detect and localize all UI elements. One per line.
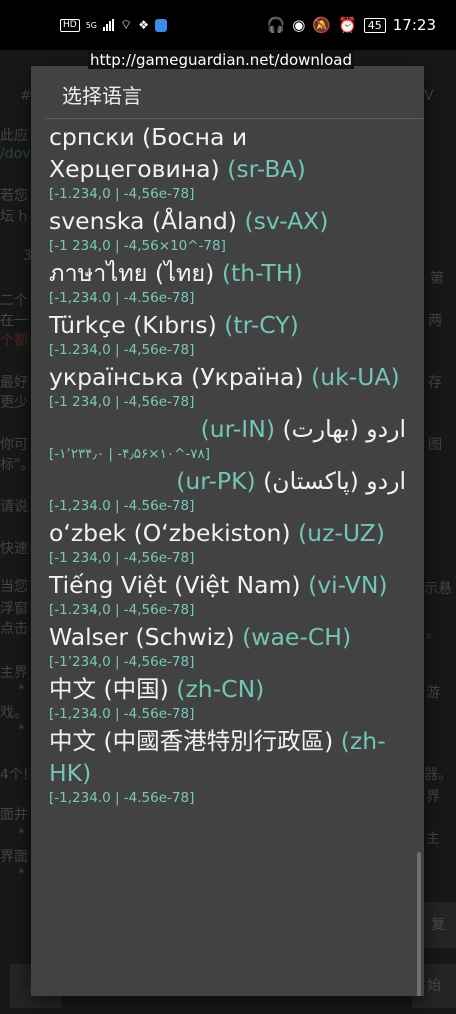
number-format-sample: [-۱٬۲۳۴٫۰ | -۴٫۵۶×۱۰^-۷۸] <box>49 446 211 462</box>
number-format-sample: [-1 234,0 | -4,56×10^-78] <box>49 238 226 254</box>
language-name: Tiếng Việt (Việt Nam) (vi-VN) <box>49 569 406 601</box>
language-name: Walser (Schwiz) (wae-CH) <box>49 621 406 653</box>
number-format-sample: [-1.234,0 | -4,56e-78] <box>49 602 195 618</box>
language-native-name: اردو (بھارت) <box>282 415 406 443</box>
language-name: (ur-PK) اردو (پاکستان) <box>49 465 406 497</box>
language-code: (ur-IN) <box>200 415 275 443</box>
language-code: (wae-CH) <box>242 623 352 651</box>
language-list: српски (Босна и Херцеговина) (sr-BA) [-1.… <box>31 121 424 809</box>
language-code: (uk-UA) <box>311 363 400 391</box>
language-name: ภาษาไทย (ไทย) (th-TH) <box>49 257 406 289</box>
language-code: (uz-UZ) <box>298 519 385 547</box>
status-left: HD 5G ⌔ ❖ <box>60 17 167 33</box>
language-code: (ur-PK) <box>176 467 256 495</box>
dialog-title: 选择语言 <box>62 84 142 108</box>
language-native-name: oʻzbek (Oʻzbekiston) <box>49 519 291 547</box>
language-code: (sr-BA) <box>227 155 306 183</box>
language-native-name: svenska (Åland) <box>49 207 237 235</box>
language-option-tr-CY[interactable]: Türkçe (Kıbrıs) (tr-CY) [-1.234,0 | -4,56… <box>31 309 424 359</box>
language-name: svenska (Åland) (sv-AX) <box>49 205 406 237</box>
language-option-wae-CH[interactable]: Walser (Schwiz) (wae-CH) [-1’234,0 | -4,5… <box>31 621 424 671</box>
language-option-th-TH[interactable]: ภาษาไทย (ไทย) (th-TH) [-1,234.0 | -4.56e-… <box>31 257 424 307</box>
shield-icon <box>155 18 167 32</box>
language-option-sr-BA[interactable]: српски (Босна и Херцеговина) (sr-BA) [-1.… <box>31 121 424 203</box>
language-name: српски (Босна и Херцеговина) (sr-BA) <box>49 121 406 185</box>
battery-icon: 45 <box>363 17 386 33</box>
list-scrollbar[interactable] <box>417 852 421 996</box>
mute-icon: 🔕 <box>312 16 332 34</box>
language-native-name: 中文 (中国) <box>49 675 169 703</box>
number-format-sample: [-1 234,0 | -4,56e-78] <box>49 550 195 566</box>
language-native-name: Tiếng Việt (Việt Nam) <box>49 571 301 599</box>
language-name: Türkçe (Kıbrıs) (tr-CY) <box>49 309 406 341</box>
language-option-ur-PK[interactable]: (ur-PK) اردو (پاکستان) [-1,234.0 | -4.56e… <box>31 465 424 515</box>
number-format-sample: [-1’234,0 | -4,56e-78] <box>49 654 195 670</box>
title-divider <box>45 118 423 119</box>
language-native-name: Walser (Schwiz) <box>49 623 235 651</box>
status-bar: HD 5G ⌔ ❖ 🎧 ◉ 🔕 ⏰ 45 17:23 <box>0 0 456 50</box>
language-option-vi-VN[interactable]: Tiếng Việt (Việt Nam) (vi-VN) [-1.234,0 |… <box>31 569 424 619</box>
language-native-name: українська (Україна) <box>49 363 304 391</box>
language-name: 中文 (中国) (zh-CN) <box>49 673 406 705</box>
language-code: (zh-CN) <box>176 675 265 703</box>
number-format-sample: [-1,234.0 | -4.56e-78] <box>49 790 195 806</box>
language-option-zh-HK[interactable]: 中文 (中國香港特別行政區) (zh-HK) [-1,234.0 | -4.56e… <box>31 725 424 807</box>
language-name: українська (Україна) (uk-UA) <box>49 361 406 393</box>
url-text: http://gameguardian.net/download <box>88 51 354 69</box>
hd-badge: HD <box>60 18 80 32</box>
number-format-sample: [-1,234.0 | -4.56e-78] <box>49 706 195 722</box>
app-icon: ❖ <box>138 18 149 32</box>
language-name: (ur-IN) اردو (بھارت) <box>49 413 406 445</box>
language-name: oʻzbek (Oʻzbekiston) (uz-UZ) <box>49 517 406 549</box>
headphones-icon: 🎧 <box>266 16 286 34</box>
status-right: 🎧 ◉ 🔕 ⏰ 45 17:23 <box>267 16 436 34</box>
number-format-sample: [-1,234.0 | -4.56e-78] <box>49 290 195 306</box>
number-format-sample: [-1 234,0 | -4,56e-78] <box>49 394 195 410</box>
language-dialog: 选择语言 српски (Босна и Херцеговина) (sr-BA… <box>31 66 424 996</box>
clock: 17:23 <box>392 16 436 34</box>
number-format-sample: [-1.234,0 | -4,56e-78] <box>49 342 195 358</box>
language-code: (tr-CY) <box>224 311 299 339</box>
language-native-name: Türkçe (Kıbrıs) <box>49 311 217 339</box>
language-native-name: اردو (پاکستان) <box>263 467 406 495</box>
eye-icon: ◉ <box>292 16 306 34</box>
language-native-name: српски (Босна и Херцеговина) <box>49 123 248 183</box>
signal-icon <box>103 19 114 31</box>
language-option-zh-CN[interactable]: 中文 (中国) (zh-CN) [-1,234.0 | -4.56e-78] <box>31 673 424 723</box>
language-code: (th-TH) <box>221 259 303 287</box>
alarm-icon: ⏰ <box>338 16 357 34</box>
number-format-sample: [-1.234,0 | -4,56e-78] <box>49 186 195 202</box>
language-option-uz-UZ[interactable]: oʻzbek (Oʻzbekiston) (uz-UZ) [-1 234,0 | … <box>31 517 424 567</box>
language-native-name: ภาษาไทย (ไทย) <box>49 259 215 287</box>
language-option-ur-IN[interactable]: (ur-IN) اردو (بھارت) [-۱٬۲۳۴٫۰ | -۴٫۵۶×۱۰… <box>31 413 424 463</box>
language-option-uk-UA[interactable]: українська (Україна) (uk-UA) [-1 234,0 | … <box>31 361 424 411</box>
network-label: 5G <box>85 20 97 30</box>
language-name: 中文 (中國香港特別行政區) (zh-HK) <box>49 725 406 789</box>
language-native-name: 中文 (中國香港特別行政區) <box>49 727 334 755</box>
language-option-sv-AX[interactable]: svenska (Åland) (sv-AX) [-1 234,0 | -4,56… <box>31 205 424 255</box>
number-format-sample: [-1,234.0 | -4.56e-78] <box>49 498 195 514</box>
wifi-icon: ⌔ <box>120 18 133 33</box>
language-code: (sv-AX) <box>244 207 329 235</box>
language-code: (vi-VN) <box>308 571 388 599</box>
